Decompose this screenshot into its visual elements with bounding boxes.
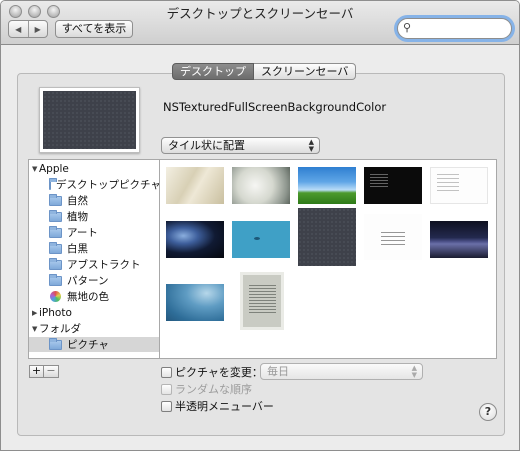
fill-mode-value: タイル状に配置 [168, 139, 245, 152]
translucent-menu-checkbox[interactable] [161, 400, 172, 412]
forward-arrow-icon: ▶ [34, 24, 41, 34]
random-order-option: ランダムな順序 [161, 382, 252, 396]
back-forward-control: ◀ ▶ [8, 20, 48, 38]
source-item-plants[interactable]: 植物 [29, 209, 159, 224]
add-folder-button[interactable]: + [29, 365, 44, 378]
search-input[interactable] [416, 21, 506, 36]
wallpaper-thumbnail[interactable] [364, 167, 422, 204]
preferences-window: デスクトップとスクリーンセーバ ◀ ▶ すべてを表示 ⚲ デスクトップ スクリー… [0, 0, 520, 451]
source-item-abstract[interactable]: アブストラクト [29, 257, 159, 272]
current-background-preview [39, 87, 140, 153]
translucent-menu-option: 半透明メニューバー [161, 399, 274, 413]
source-group-label: フォルダ [39, 323, 81, 335]
wallpaper-thumbnail[interactable] [298, 167, 356, 204]
folder-icon [49, 209, 62, 222]
wallpaper-thumbnail[interactable] [232, 221, 290, 258]
color-wheel-icon [50, 291, 61, 302]
source-group-iphoto[interactable]: ▶ iPhoto [29, 305, 159, 320]
change-picture-checkbox[interactable] [161, 366, 172, 378]
folder-icon [49, 257, 62, 270]
back-button[interactable]: ◀ [9, 21, 28, 37]
wallpaper-thumbnail-selected-pattern[interactable] [298, 208, 356, 266]
source-item-label: パターン [67, 275, 109, 287]
change-interval-popup[interactable]: 毎日 ▲ ▼ [260, 363, 423, 380]
source-item-pictures[interactable]: ピクチャ [29, 337, 159, 352]
source-item-label: アート [67, 227, 98, 239]
source-item-label: アブストラクト [67, 259, 141, 271]
wallpaper-thumbnail[interactable] [166, 167, 224, 204]
disclosure-open-icon[interactable]: ▼ [29, 165, 39, 173]
preview-image [43, 91, 136, 149]
random-order-checkbox[interactable] [161, 383, 172, 395]
folder-icon [49, 193, 62, 206]
tab-screensaver[interactable]: スクリーンセーバ [254, 63, 357, 80]
thumbnail-detail [254, 237, 260, 240]
source-item-patterns[interactable]: パターン [29, 273, 159, 288]
fill-mode-popup[interactable]: タイル状に配置 ▲ ▼ [161, 137, 320, 154]
thumbnail-text-art [370, 174, 388, 188]
source-item-nature[interactable]: 自然 [29, 193, 159, 208]
source-item-label: 植物 [67, 211, 88, 223]
show-all-button[interactable]: すべてを表示 [55, 20, 133, 38]
source-item-solid-colors[interactable]: 無地の色 [29, 289, 159, 304]
thumbnail-text-art [249, 285, 276, 313]
wallpaper-thumbnail[interactable] [364, 214, 422, 260]
wallpaper-thumbnail[interactable] [166, 284, 224, 321]
source-list: ▼ Apple デスクトップピクチャ 自然 植物 アート 白黒 アブストラクト [28, 159, 159, 359]
folder-icon [49, 177, 57, 190]
source-item-label: ピクチャ [67, 339, 109, 351]
source-item-label: 自然 [67, 195, 88, 207]
remove-folder-button[interactable]: − [44, 365, 59, 378]
source-item-label: 無地の色 [67, 291, 109, 303]
forward-button[interactable]: ▶ [27, 21, 48, 37]
source-item-black-white[interactable]: 白黒 [29, 241, 159, 256]
folder-icon [49, 337, 62, 350]
thumbnail-text-art [381, 232, 405, 245]
source-item-label: 白黒 [67, 243, 88, 255]
random-order-label: ランダムな順序 [175, 383, 252, 396]
background-name: NSTexturedFullScreenBackgroundColor [163, 100, 387, 114]
search-field[interactable]: ⚲ [397, 18, 512, 39]
disclosure-closed-icon[interactable]: ▶ [29, 309, 39, 317]
disclosure-open-icon[interactable]: ▼ [29, 325, 39, 333]
wallpaper-thumbnail[interactable] [430, 167, 488, 204]
source-item-desktop-pictures[interactable]: デスクトップピクチャ [29, 177, 159, 192]
change-picture-label: ピクチャを変更： [175, 366, 263, 379]
folder-icon [49, 241, 62, 254]
wallpaper-thumbnail[interactable] [240, 272, 284, 330]
source-group-folders[interactable]: ▼ フォルダ [29, 321, 159, 336]
wallpaper-thumbnail[interactable] [166, 221, 224, 258]
wallpaper-thumbnail[interactable] [232, 167, 290, 204]
translucent-menu-label: 半透明メニューバー [175, 400, 274, 413]
source-group-apple[interactable]: ▼ Apple [29, 161, 159, 176]
source-item-art[interactable]: アート [29, 225, 159, 240]
source-group-label: Apple [39, 162, 69, 175]
source-group-label: iPhoto [39, 306, 72, 319]
back-arrow-icon: ◀ [15, 24, 22, 34]
tab-desktop[interactable]: デスクトップ [172, 63, 254, 80]
folder-icon [49, 225, 62, 238]
help-button[interactable]: ? [479, 403, 497, 421]
tab-bar: デスクトップ スクリーンセーバ [172, 63, 357, 80]
magnifier-icon: ⚲ [403, 21, 412, 34]
folder-icon [49, 273, 62, 286]
source-item-label: デスクトップピクチャ [56, 179, 159, 191]
picture-grid [159, 159, 497, 359]
title-bar: デスクトップとスクリーンセーバ ◀ ▶ すべてを表示 ⚲ [1, 1, 519, 45]
change-picture-option: ピクチャを変更： [161, 365, 263, 379]
popup-arrows-icon: ▲ ▼ [411, 364, 417, 379]
thumbnail-text-art [437, 174, 459, 192]
change-interval-value: 毎日 [267, 365, 289, 378]
popup-arrows-icon: ▲ ▼ [308, 138, 314, 153]
wallpaper-thumbnail[interactable] [430, 221, 488, 258]
